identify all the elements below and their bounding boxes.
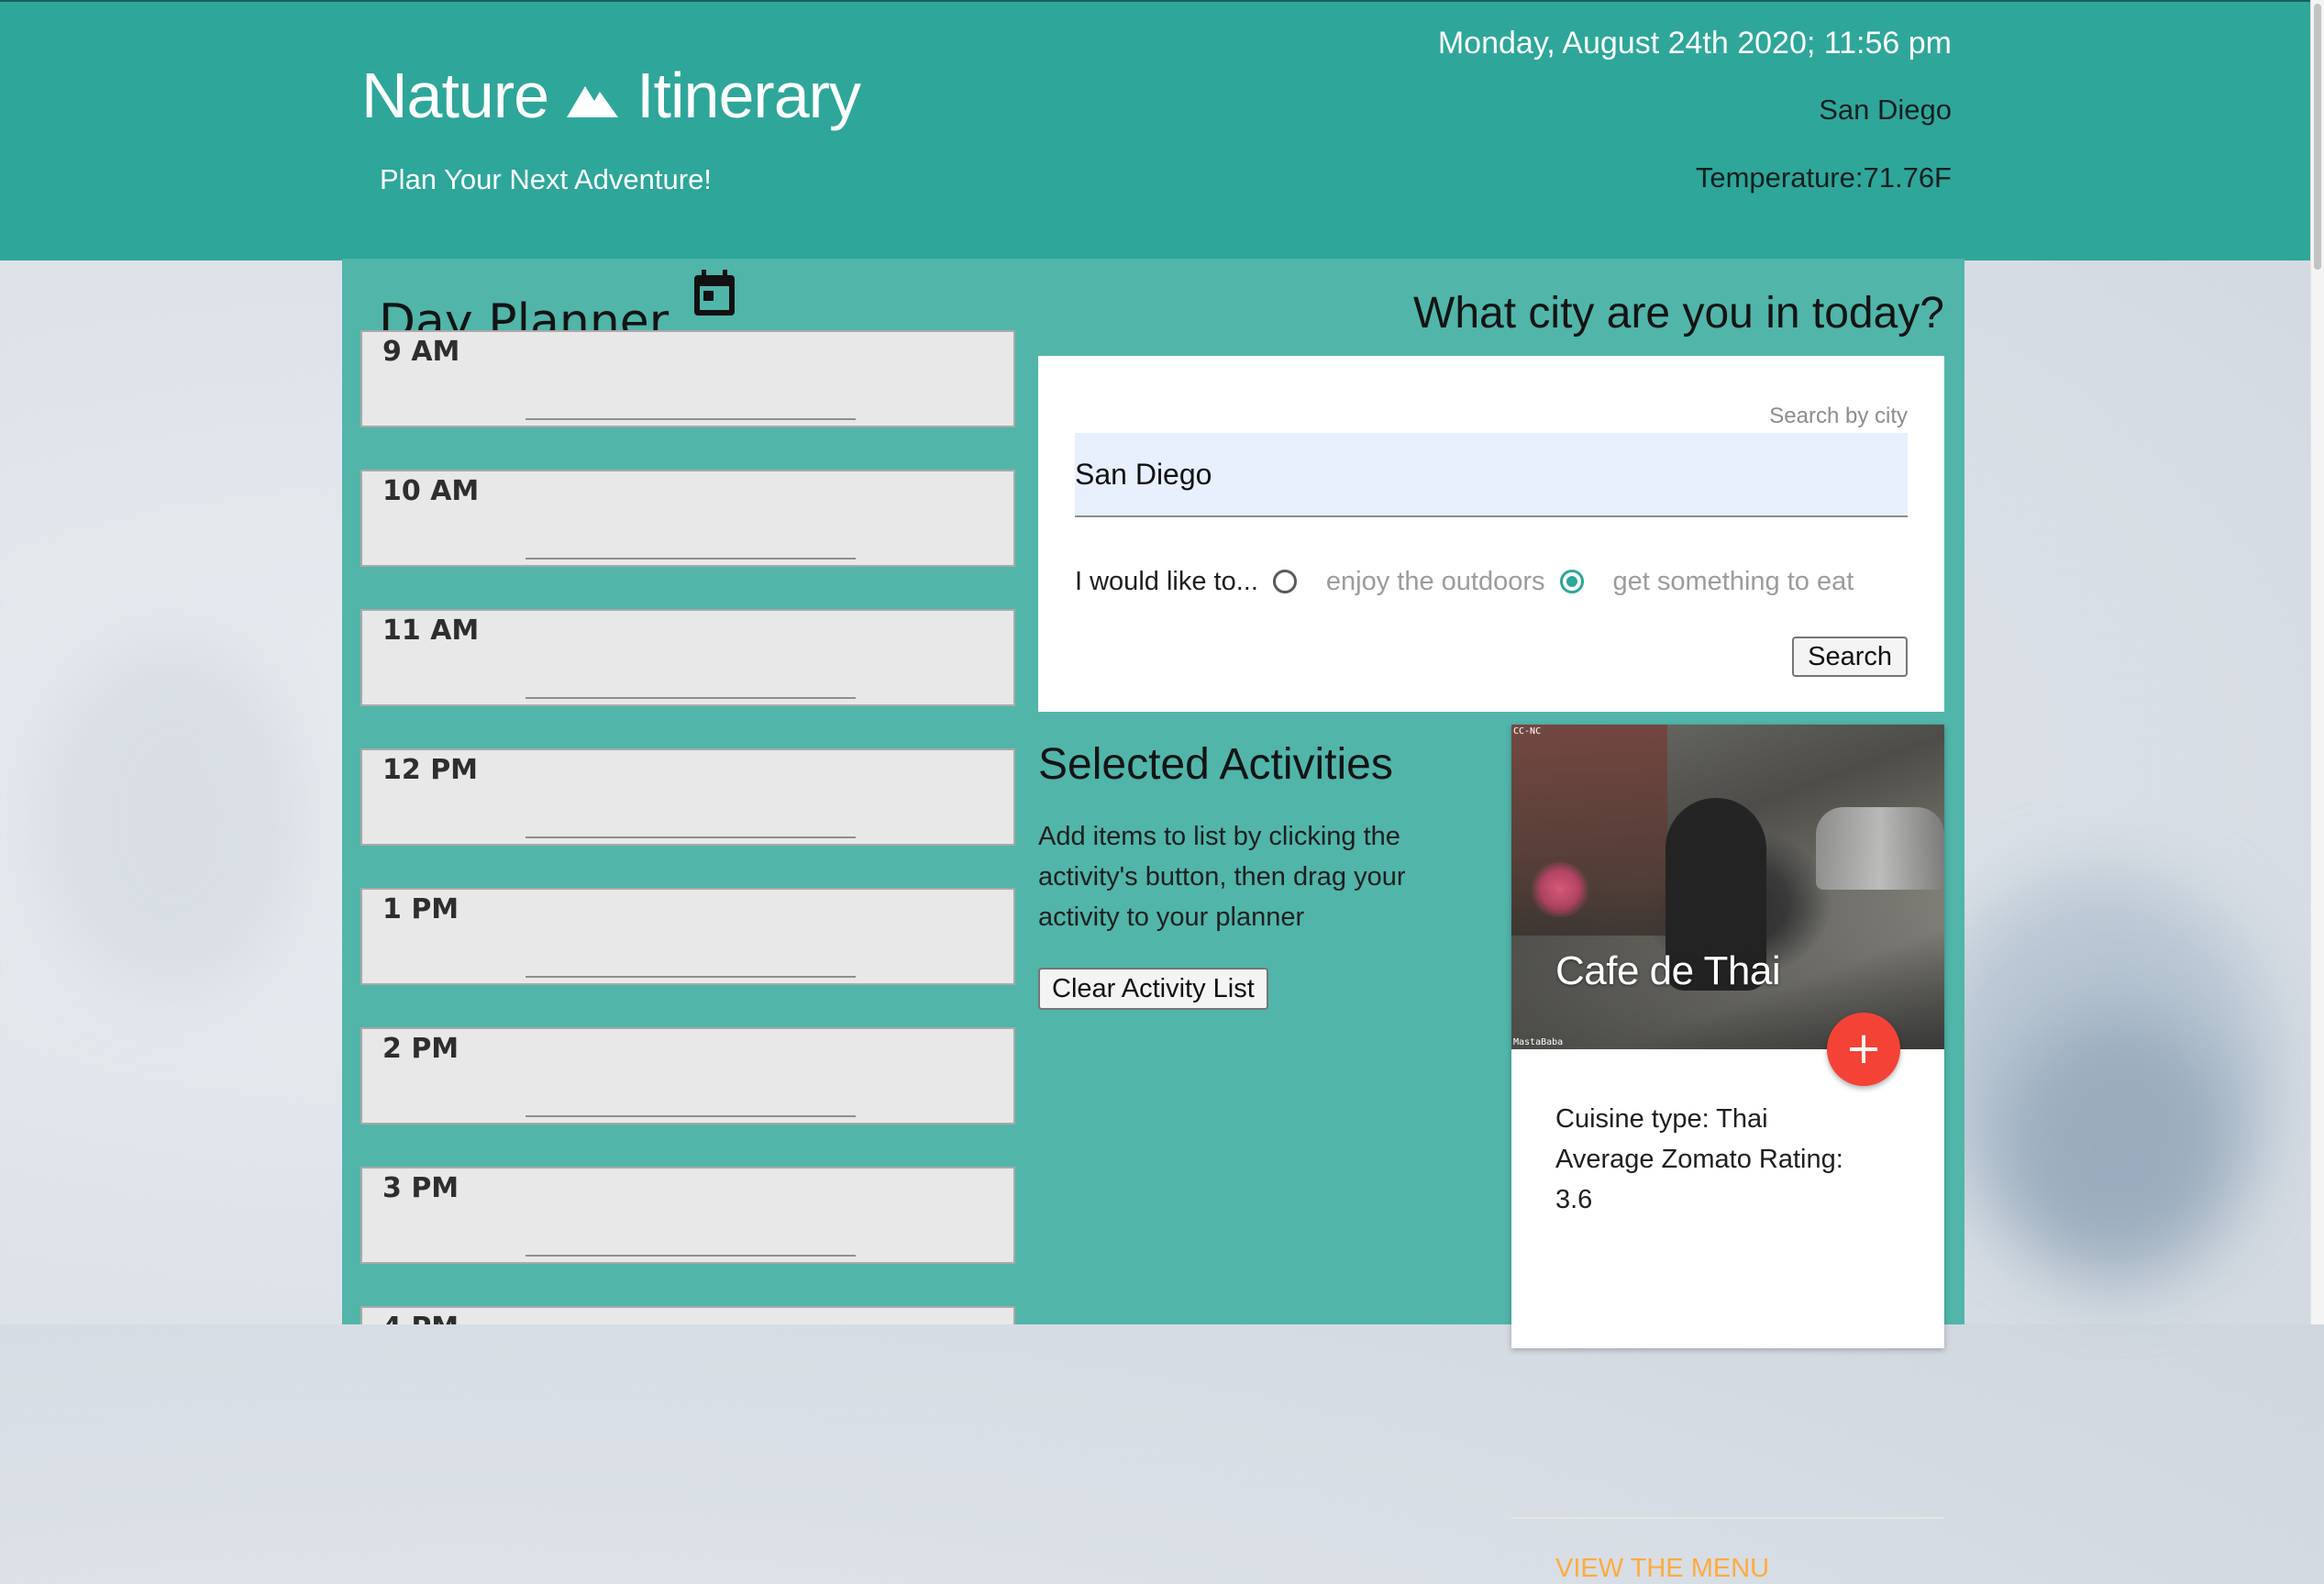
hour-label: 1 PM — [382, 893, 459, 925]
header-bar: Nature Itinerary Plan Your Next Adventur… — [0, 0, 2311, 260]
radio-enjoy-outdoors[interactable] — [1272, 570, 1297, 593]
hour-input[interactable] — [526, 638, 856, 699]
hour-block-2pm: 2 PM — [360, 1027, 1015, 1124]
hour-input[interactable] — [526, 1196, 856, 1257]
activity-prompt: I would like to... — [1075, 566, 1258, 596]
hour-label: 2 PM — [382, 1033, 459, 1065]
current-datetime: Monday, August 24th 2020; 11:56 pm — [1437, 26, 1952, 61]
hour-block-4pm: 4 PM — [360, 1306, 1015, 1324]
hour-input[interactable] — [526, 360, 856, 420]
mountain-icon — [567, 59, 619, 132]
plus-icon: + — [1844, 1023, 1883, 1074]
option-label-outdoors[interactable]: enjoy the outdoors — [1326, 567, 1545, 597]
image-license: CC-NC — [1513, 726, 1542, 737]
brand-logo[interactable]: Nature Itinerary — [361, 59, 861, 132]
image-cars — [1816, 807, 1944, 890]
city-question: What city are you in today? — [1413, 289, 1944, 338]
hour-input[interactable] — [526, 499, 856, 559]
restaurant-details: Cuisine type: Thai Average Zomato Rating… — [1555, 1099, 1913, 1220]
search-button[interactable]: Search — [1792, 637, 1908, 677]
card-divider — [1511, 1517, 1944, 1519]
hour-block-9am: 9 AM — [360, 330, 1015, 427]
search-label: Search by city — [1769, 404, 1908, 428]
hour-input[interactable] — [526, 778, 856, 838]
hour-label: 11 AM — [382, 615, 480, 647]
main-panel: Day Planner 9 AM 10 AM 11 AM 12 PM 1 PM … — [342, 259, 1964, 1583]
scrollbar-thumb[interactable] — [2314, 4, 2321, 270]
cuisine-type: Cuisine type: Thai — [1555, 1104, 1768, 1134]
search-card: Search by city I would like to... enjoy … — [1038, 356, 1944, 712]
hour-label: 3 PM — [382, 1172, 459, 1204]
hour-block-12pm: 12 PM — [360, 748, 1015, 846]
hour-block-1pm: 1 PM — [360, 888, 1015, 985]
background-cloud — [1999, 1009, 2238, 1284]
activity-type-selector: I would like to... enjoy the outdoors ge… — [1075, 561, 1908, 602]
tagline: Plan Your Next Adventure! — [380, 163, 712, 195]
background-cloud — [37, 642, 312, 991]
city-search-input[interactable] — [1075, 433, 1908, 517]
current-city: San Diego — [1819, 94, 1952, 126]
restaurant-image: CC-NC MastaBaba Cafe de Thai — [1511, 725, 1944, 1049]
page-scrollbar[interactable] — [2310, 0, 2324, 1324]
hour-block-10am: 10 AM — [360, 470, 1015, 567]
restaurant-card: CC-NC MastaBaba Cafe de Thai + Cuisine t… — [1511, 725, 1944, 1583]
hour-label: 12 PM — [382, 754, 479, 786]
clear-activity-list-button[interactable]: Clear Activity List — [1038, 968, 1268, 1010]
hour-input[interactable] — [526, 1057, 856, 1117]
rating-label: Average Zomato Rating: — [1555, 1145, 1843, 1174]
hour-block-11am: 11 AM — [360, 609, 1015, 706]
selected-activities-title: Selected Activities — [1038, 740, 1393, 789]
view-menu-link[interactable]: VIEW THE MENU — [1555, 1554, 1769, 1584]
hour-input[interactable] — [526, 917, 856, 978]
hour-label: 4 PM — [382, 1312, 459, 1324]
restaurant-name: Cafe de Thai — [1555, 948, 1781, 993]
radio-get-something-to-eat[interactable] — [1559, 570, 1584, 593]
selected-activities-description: Add items to list by clicking the activi… — [1038, 822, 1406, 932]
hour-block-3pm: 3 PM — [360, 1167, 1015, 1264]
hour-label: 9 AM — [382, 336, 460, 368]
option-label-eat[interactable]: get something to eat — [1613, 567, 1854, 597]
brand-name-left: Nature — [361, 60, 549, 131]
current-temperature: Temperature:71.76F — [1695, 161, 1952, 194]
brand-name-right: Itinerary — [636, 60, 861, 131]
hour-label: 10 AM — [382, 475, 480, 507]
image-credit: MastaBaba — [1513, 1037, 1564, 1047]
add-activity-button[interactable]: + — [1827, 1013, 1900, 1086]
rating-value: 3.6 — [1555, 1185, 1593, 1214]
